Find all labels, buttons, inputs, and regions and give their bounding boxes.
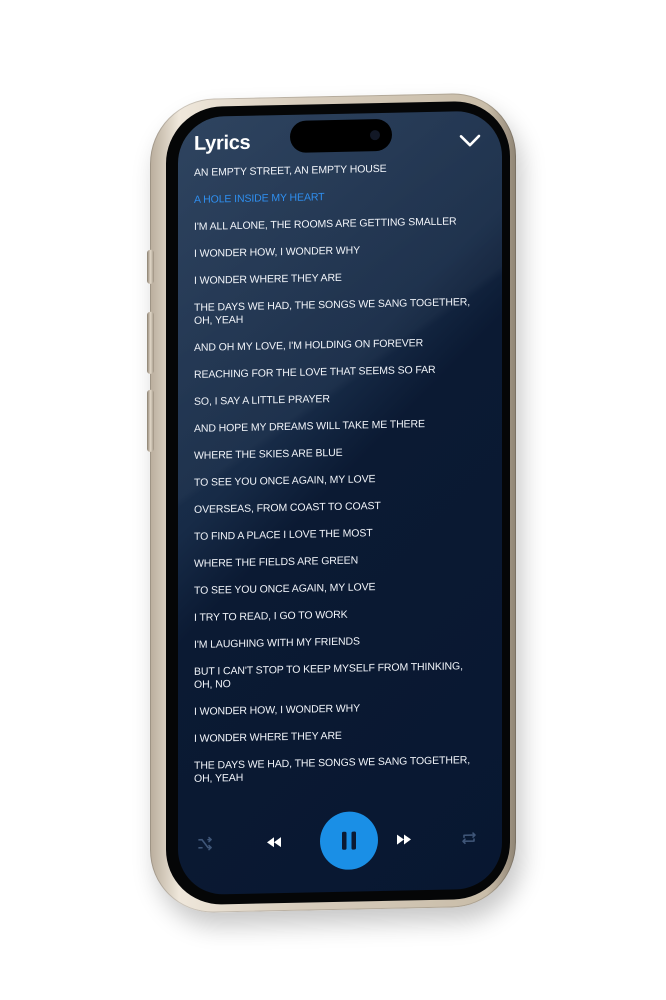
lyric-line[interactable]: I WONDER HOW, I WONDER WHY: [194, 700, 484, 719]
lyric-line[interactable]: SO, I SAY A LITTLE PRAYER: [194, 390, 484, 409]
volume-up-button: [147, 311, 154, 374]
lyric-line[interactable]: TO SEE YOU ONCE AGAIN, MY LOVE: [194, 471, 484, 490]
repeat-icon: [462, 832, 476, 845]
lyric-line[interactable]: THE DAYS WE HAD, THE SONGS WE SANG TOGET…: [194, 296, 484, 328]
lyric-line[interactable]: I WONDER WHERE THEY ARE: [194, 727, 484, 746]
pause-icon: [342, 831, 356, 850]
collapse-button[interactable]: [456, 127, 484, 156]
stage: Lyrics AN EMPTY STREET, AN EMPTY HOUSE A …: [0, 0, 666, 1000]
lyric-line[interactable]: I'M ALL ALONE, THE ROOMS ARE GETTING SMA…: [194, 215, 484, 234]
fast-forward-icon: [397, 834, 411, 845]
lyric-line[interactable]: I TRY TO READ, I GO TO WORK: [194, 606, 484, 625]
phone-frame: Lyrics AN EMPTY STREET, AN EMPTY HOUSE A …: [147, 92, 516, 914]
lyrics-list[interactable]: AN EMPTY STREET, AN EMPTY HOUSE A HOLE IN…: [194, 161, 484, 785]
shuffle-button[interactable]: [194, 832, 216, 854]
chevron-down-icon: [459, 134, 481, 147]
lyric-line[interactable]: TO FIND A PLACE I LOVE THE MOST: [194, 525, 484, 544]
lyric-line[interactable]: WHERE THE SKIES ARE BLUE: [194, 444, 484, 463]
lyric-line[interactable]: TO SEE YOU ONCE AGAIN, MY LOVE: [194, 579, 484, 598]
lyric-line[interactable]: BUT I CAN'T STOP TO KEEP MYSELF FROM THI…: [194, 660, 484, 692]
playback-controls: [190, 807, 486, 877]
previous-button[interactable]: [262, 831, 286, 854]
lyric-line-active[interactable]: A HOLE INSIDE MY HEART: [194, 188, 484, 207]
shuffle-icon: [198, 836, 212, 851]
rewind-icon: [267, 837, 281, 848]
lyric-line[interactable]: OVERSEAS, FROM COAST TO COAST: [194, 498, 484, 517]
pause-button[interactable]: [320, 811, 378, 871]
page-title: Lyrics: [194, 131, 251, 155]
lyric-line[interactable]: I WONDER WHERE THEY ARE: [194, 269, 484, 288]
screen: Lyrics AN EMPTY STREET, AN EMPTY HOUSE A …: [178, 110, 502, 896]
lyric-line[interactable]: I WONDER HOW, I WONDER WHY: [194, 242, 484, 261]
lyric-line[interactable]: AND OH MY LOVE, I'M HOLDING ON FOREVER: [194, 336, 484, 355]
lyric-line[interactable]: AND HOPE MY DREAMS WILL TAKE ME THERE: [194, 417, 484, 436]
lyric-line[interactable]: WHERE THE FIELDS ARE GREEN: [194, 552, 484, 571]
lyric-line[interactable]: THE DAYS WE HAD, THE SONGS WE SANG TOGET…: [194, 754, 484, 785]
next-button[interactable]: [392, 828, 416, 851]
lyric-line[interactable]: REACHING FOR THE LOVE THAT SEEMS SO FAR: [194, 363, 484, 382]
lyric-line[interactable]: I'M LAUGHING WITH MY FRIENDS: [194, 633, 484, 652]
mute-switch: [147, 249, 154, 284]
repeat-button[interactable]: [458, 827, 480, 849]
header: Lyrics: [194, 119, 484, 165]
volume-down-button: [147, 389, 154, 452]
